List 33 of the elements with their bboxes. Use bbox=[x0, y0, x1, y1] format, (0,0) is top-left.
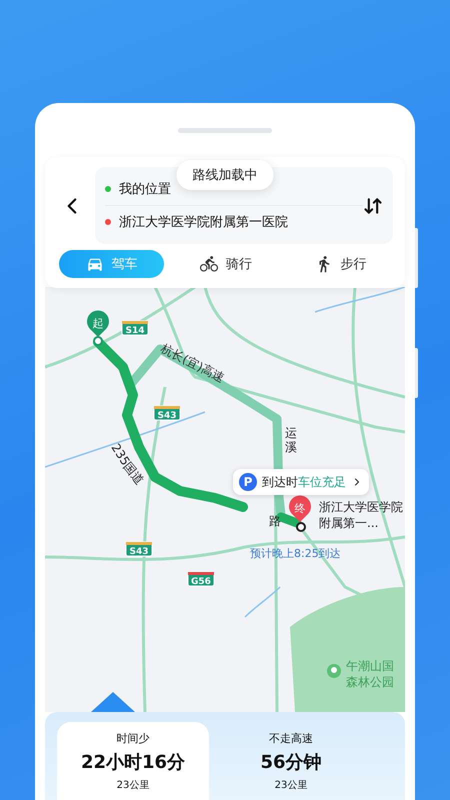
highway-shield: S43 bbox=[154, 406, 180, 421]
road-label: 运溪 bbox=[285, 426, 297, 454]
route-tag: 不走高速 bbox=[269, 730, 313, 746]
park-label: 森林公园 bbox=[346, 675, 394, 689]
swap-button[interactable] bbox=[363, 196, 383, 216]
route-option-card[interactable]: 时间少 22小时16分 23公里 bbox=[57, 722, 209, 800]
highway-shield: S43 bbox=[126, 542, 152, 557]
route-distance: 23公里 bbox=[274, 778, 308, 792]
highway-shield: G56 bbox=[188, 572, 214, 587]
origin-dot-icon bbox=[105, 186, 111, 192]
origin-field[interactable]: 我的位置 bbox=[119, 180, 171, 198]
loading-toast: 路线加载中 bbox=[176, 160, 274, 190]
location-arrow-icon bbox=[91, 692, 135, 712]
route-tag: 时间少 bbox=[116, 730, 150, 746]
road-label: 杭长(宜)高速 bbox=[158, 341, 227, 386]
bicycle-icon bbox=[200, 255, 218, 273]
park-icon bbox=[327, 664, 341, 678]
road-label: 路 bbox=[269, 514, 281, 528]
destination-dot-icon bbox=[105, 219, 111, 225]
parking-text: 到达时车位充足 bbox=[262, 474, 346, 490]
parking-icon: P bbox=[239, 473, 257, 491]
destination-field[interactable]: 浙江大学医学院附属第一医院 bbox=[119, 213, 288, 231]
route-option-card[interactable]: 不走高速 56分钟 23公里 bbox=[215, 722, 367, 800]
highway-shield: S14 bbox=[122, 320, 148, 336]
parking-callout[interactable]: P 到达时车位充足 bbox=[233, 469, 369, 495]
destination-label: 浙江大学医学院附属第一... bbox=[319, 499, 404, 531]
route-time: 56分钟 bbox=[260, 750, 322, 774]
route-time: 22小时16分 bbox=[80, 750, 186, 774]
park-label: 午潮山国 bbox=[346, 659, 394, 673]
eta-text: 预计晚上8:25到达 bbox=[250, 546, 341, 561]
route-distance: 23公里 bbox=[116, 778, 150, 792]
travel-mode-tab[interactable]: 步行 bbox=[288, 250, 393, 278]
travel-mode-tab[interactable]: 骑行 bbox=[174, 250, 278, 278]
